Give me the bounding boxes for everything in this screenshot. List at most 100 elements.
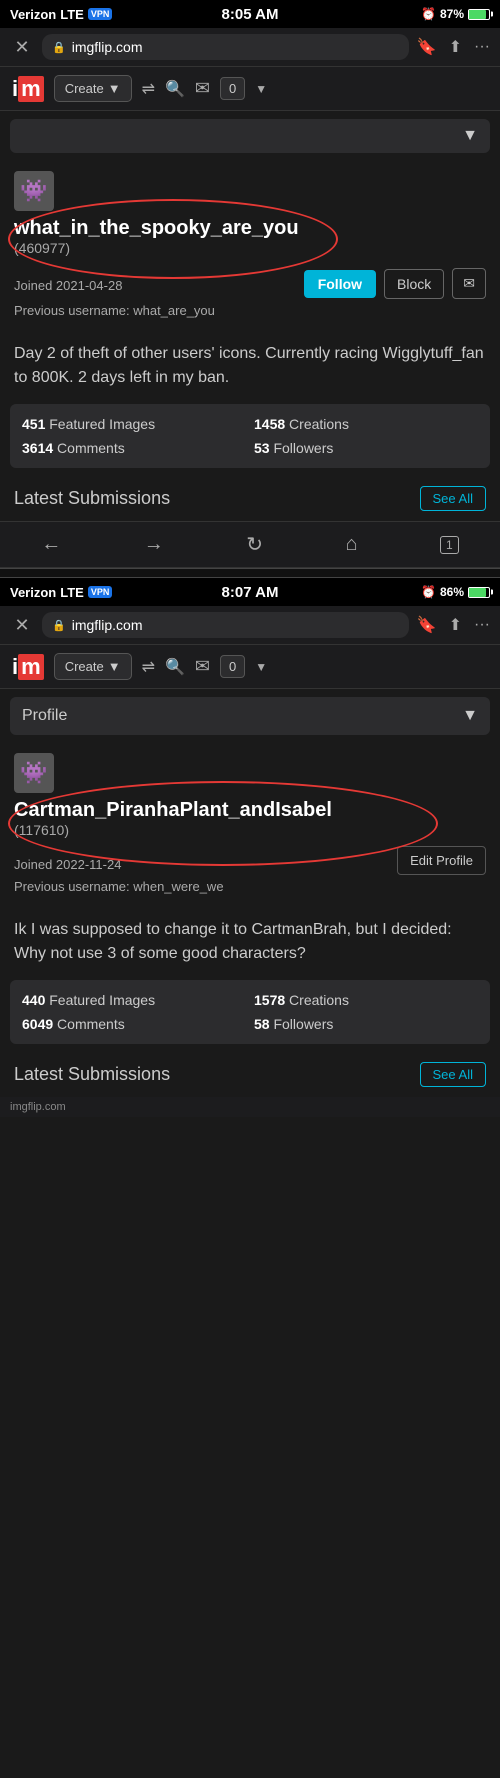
join-date-1: Joined 2021-04-28 xyxy=(14,278,122,293)
latest-submissions-label-2: Latest Submissions xyxy=(14,1064,170,1085)
carrier-1: Verizon xyxy=(10,7,56,22)
address-bar-2[interactable]: 🔒 imgflip.com xyxy=(42,612,409,638)
create-button-1[interactable]: Create ▼ xyxy=(54,75,132,102)
profile-dropdown-label-2: Profile xyxy=(22,707,67,725)
logo-2: im xyxy=(12,654,44,680)
avatar-2: 👾 xyxy=(14,753,54,793)
more-icon-1[interactable]: ··· xyxy=(474,38,490,56)
see-all-button-1[interactable]: See All xyxy=(420,486,486,511)
prev-username-1: Previous username: what_are_you xyxy=(14,303,486,318)
battery-icon-1 xyxy=(468,9,490,20)
edit-profile-button[interactable]: Edit Profile xyxy=(397,846,486,875)
bottom-bar: imgflip.com xyxy=(0,1097,500,1117)
vpn-badge-1: VPN xyxy=(88,8,113,20)
prev-username-2: Previous username: when_were_we xyxy=(14,879,486,894)
search-icon-2[interactable]: 🔍 xyxy=(165,657,185,677)
stat-featured-1: 451 Featured Images xyxy=(22,416,246,432)
more-icon-2[interactable]: ··· xyxy=(474,616,490,634)
stats-grid-1: 451 Featured Images 1458 Creations 3614 … xyxy=(10,404,490,468)
search-icon-1[interactable]: 🔍 xyxy=(165,79,185,99)
share-icon-1[interactable]: ⬆ xyxy=(449,37,462,57)
close-button-2[interactable]: ✕ xyxy=(10,615,34,636)
stat-creations-2: 1578 Creations xyxy=(254,992,478,1008)
network-type-2: LTE xyxy=(60,585,84,600)
bio-1: Day 2 of theft of other users' icons. Cu… xyxy=(14,342,486,390)
username-1: what_in_the_spooky_are_you xyxy=(14,217,486,240)
profile-section-1: 👾 what_in_the_spooky_are_you (460977) Jo… xyxy=(0,161,500,328)
notification-badge-2[interactable]: 0 xyxy=(220,655,245,678)
mail-icon-2[interactable]: ✉ xyxy=(195,656,210,677)
chevron-down-icon-2: ▼ xyxy=(108,659,121,674)
browser-actions-2: 🔖 ⬆ ··· xyxy=(417,615,490,635)
profile-wrapper-2: 👾 Cartman_PiranhaPlant_andIsabel (117610… xyxy=(0,743,500,904)
browser-actions-1: 🔖 ⬆ ··· xyxy=(417,37,490,57)
stat-creations-1: 1458 Creations xyxy=(254,416,478,432)
user-id-2: (117610) xyxy=(14,822,486,838)
home-icon-1[interactable]: ⌂ xyxy=(345,533,357,556)
dropdown-row-1[interactable]: ▼ xyxy=(10,119,490,153)
tabs-icon-1[interactable]: 1 xyxy=(440,536,459,554)
screenshot-divider xyxy=(0,568,500,578)
bookmark-icon-2[interactable]: 🔖 xyxy=(417,615,437,635)
latest-submissions-2: Latest Submissions See All xyxy=(0,1052,500,1097)
lock-icon-2: 🔒 xyxy=(52,619,66,632)
username-2: Cartman_PiranhaPlant_andIsabel xyxy=(14,799,486,822)
create-button-2[interactable]: Create ▼ xyxy=(54,653,132,680)
stat-followers-2: 58 Followers xyxy=(254,1016,478,1032)
block-button-1[interactable]: Block xyxy=(384,269,444,299)
url-text-1: imgflip.com xyxy=(72,39,143,55)
latest-submissions-label-1: Latest Submissions xyxy=(14,488,170,509)
dropdown-arrow-icon-1: ▼ xyxy=(462,127,478,145)
vpn-badge-2: VPN xyxy=(88,586,113,598)
stat-comments-2: 6049 Comments xyxy=(22,1016,246,1032)
forward-icon-1[interactable]: → xyxy=(144,533,164,556)
latest-submissions-1: Latest Submissions See All xyxy=(0,476,500,521)
browser-bar-2: ✕ 🔒 imgflip.com 🔖 ⬆ ··· xyxy=(0,606,500,645)
battery-percent-2: 86% xyxy=(440,585,464,599)
message-button-1[interactable]: ✉ xyxy=(452,268,486,299)
bookmark-icon-1[interactable]: 🔖 xyxy=(417,37,437,57)
time-2: 8:07 AM xyxy=(222,584,279,601)
stats-grid-2: 440 Featured Images 1578 Creations 6049 … xyxy=(10,980,490,1044)
close-button-1[interactable]: ✕ xyxy=(10,37,34,58)
address-bar-1[interactable]: 🔒 imgflip.com xyxy=(42,34,409,60)
alarm-icon-2: ⏰ xyxy=(421,585,436,599)
avatar-1: 👾 xyxy=(14,171,54,211)
section-2: 👾 Cartman_PiranhaPlant_andIsabel (117610… xyxy=(0,743,500,1097)
stat-followers-1: 53 Followers xyxy=(254,440,478,456)
user-id-1: (460977) xyxy=(14,240,486,256)
bio-2: Ik I was supposed to change it to Cartma… xyxy=(14,918,486,966)
nav-bar-1: ← → ↻ ⌂ 1 xyxy=(0,521,500,568)
chevron-down-icon-1: ▼ xyxy=(108,81,121,96)
back-icon-1[interactable]: ← xyxy=(41,533,61,556)
app-header-1: im Create ▼ ⇌ 🔍 ✉ 0 ▼ xyxy=(0,67,500,111)
carrier-2: Verizon xyxy=(10,585,56,600)
profile-actions-1: Follow Block ✉ xyxy=(304,268,486,299)
share-icon-2[interactable]: ⬆ xyxy=(449,615,462,635)
status-bar-1: Verizon LTE VPN 8:05 AM ⏰ 87% xyxy=(0,0,500,28)
alarm-icon-1: ⏰ xyxy=(421,7,436,21)
time-1: 8:05 AM xyxy=(222,6,279,23)
bottom-url: imgflip.com xyxy=(10,1101,66,1113)
stat-featured-2: 440 Featured Images xyxy=(22,992,246,1008)
notification-badge-1[interactable]: 0 xyxy=(220,77,245,100)
app-header-2: im Create ▼ ⇌ 🔍 ✉ 0 ▼ xyxy=(0,645,500,689)
mail-icon-1[interactable]: ✉ xyxy=(195,78,210,99)
profile-dropdown-arrow-2: ▼ xyxy=(462,707,478,725)
header-dropdown-icon-1[interactable]: ▼ xyxy=(255,82,267,96)
header-dropdown-icon-2[interactable]: ▼ xyxy=(255,660,267,674)
join-date-2: Joined 2022-11-24 xyxy=(14,857,121,872)
profile-section-2: 👾 Cartman_PiranhaPlant_andIsabel (117610… xyxy=(0,743,500,904)
stat-comments-1: 3614 Comments xyxy=(22,440,246,456)
refresh-icon-1[interactable]: ↻ xyxy=(246,532,263,557)
shuffle-icon-1[interactable]: ⇌ xyxy=(142,79,155,99)
url-text-2: imgflip.com xyxy=(72,617,143,633)
battery-percent-1: 87% xyxy=(440,7,464,21)
follow-button-1[interactable]: Follow xyxy=(304,270,376,298)
profile-dropdown-section-2[interactable]: Profile ▼ xyxy=(10,697,490,735)
section-1: 👾 what_in_the_spooky_are_you (460977) Jo… xyxy=(0,161,500,521)
see-all-button-2[interactable]: See All xyxy=(420,1062,486,1087)
profile-wrapper-1: 👾 what_in_the_spooky_are_you (460977) Jo… xyxy=(0,161,500,328)
network-type-1: LTE xyxy=(60,7,84,22)
shuffle-icon-2[interactable]: ⇌ xyxy=(142,657,155,677)
